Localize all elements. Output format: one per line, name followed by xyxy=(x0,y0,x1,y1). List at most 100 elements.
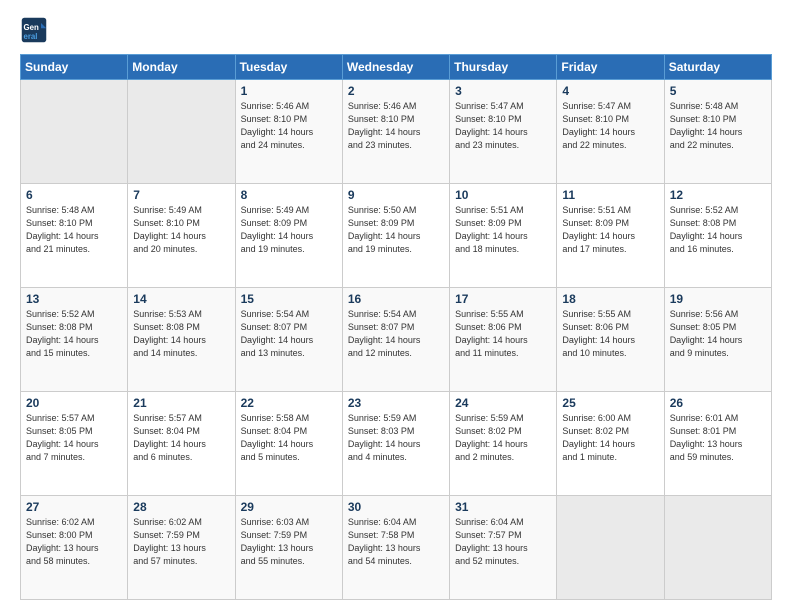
day-info: Sunrise: 5:51 AM Sunset: 8:09 PM Dayligh… xyxy=(562,204,658,256)
day-cell: 14 Sunrise: 5:53 AM Sunset: 8:08 PM Dayli… xyxy=(128,288,235,392)
day-cell: 17Sunrise: 5:55 AM Sunset: 8:06 PM Dayli… xyxy=(450,288,557,392)
day-info: Sunrise: 5:46 AM Sunset: 8:10 PM Dayligh… xyxy=(348,100,444,152)
week-row-4: 20Sunrise: 5:57 AM Sunset: 8:05 PM Dayli… xyxy=(21,392,772,496)
week-row-2: 6 Sunrise: 5:48 AM Sunset: 8:10 PM Daylig… xyxy=(21,184,772,288)
day-info: Sunrise: 5:57 AM Sunset: 8:04 PM Dayligh… xyxy=(133,412,229,464)
day-cell: 7 Sunrise: 5:49 AM Sunset: 8:10 PM Daylig… xyxy=(128,184,235,288)
day-number: 26 xyxy=(670,396,766,410)
day-info: Sunrise: 6:03 AM Sunset: 7:59 PM Dayligh… xyxy=(241,516,337,568)
day-info: Sunrise: 6:04 AM Sunset: 7:57 PM Dayligh… xyxy=(455,516,551,568)
day-number: 3 xyxy=(455,84,551,98)
svg-text:eral: eral xyxy=(24,32,38,41)
calendar-table: SundayMondayTuesdayWednesdayThursdayFrid… xyxy=(20,54,772,600)
day-number: 9 xyxy=(348,188,444,202)
day-cell: 11 Sunrise: 5:51 AM Sunset: 8:09 PM Dayli… xyxy=(557,184,664,288)
week-row-1: 1 Sunrise: 5:46 AM Sunset: 8:10 PM Daylig… xyxy=(21,80,772,184)
day-number: 7 xyxy=(133,188,229,202)
day-header-friday: Friday xyxy=(557,55,664,80)
day-info: Sunrise: 5:50 AM Sunset: 8:09 PM Dayligh… xyxy=(348,204,444,256)
day-info: Sunrise: 6:04 AM Sunset: 7:58 PM Dayligh… xyxy=(348,516,444,568)
day-info: Sunrise: 5:58 AM Sunset: 8:04 PM Dayligh… xyxy=(241,412,337,464)
day-number: 4 xyxy=(562,84,658,98)
day-number: 1 xyxy=(241,84,337,98)
day-cell: 16 Sunrise: 5:54 AM Sunset: 8:07 PM Dayli… xyxy=(342,288,449,392)
day-number: 22 xyxy=(241,396,337,410)
day-info: Sunrise: 5:54 AM Sunset: 8:07 PM Dayligh… xyxy=(241,308,337,360)
day-number: 12 xyxy=(670,188,766,202)
day-header-tuesday: Tuesday xyxy=(235,55,342,80)
page-container: Gen eral SundayMondayTuesdayWednesdayThu… xyxy=(0,0,792,612)
day-number: 14 xyxy=(133,292,229,306)
day-number: 16 xyxy=(348,292,444,306)
day-cell: 2 Sunrise: 5:46 AM Sunset: 8:10 PM Daylig… xyxy=(342,80,449,184)
day-cell: 3 Sunrise: 5:47 AM Sunset: 8:10 PM Daylig… xyxy=(450,80,557,184)
day-number: 15 xyxy=(241,292,337,306)
day-cell xyxy=(21,80,128,184)
day-cell: 10Sunrise: 5:51 AM Sunset: 8:09 PM Dayli… xyxy=(450,184,557,288)
day-number: 8 xyxy=(241,188,337,202)
day-cell: 8 Sunrise: 5:49 AM Sunset: 8:09 PM Daylig… xyxy=(235,184,342,288)
day-header-thursday: Thursday xyxy=(450,55,557,80)
day-cell: 6 Sunrise: 5:48 AM Sunset: 8:10 PM Daylig… xyxy=(21,184,128,288)
day-cell: 9 Sunrise: 5:50 AM Sunset: 8:09 PM Daylig… xyxy=(342,184,449,288)
day-number: 19 xyxy=(670,292,766,306)
day-cell: 25 Sunrise: 6:00 AM Sunset: 8:02 PM Dayli… xyxy=(557,392,664,496)
day-info: Sunrise: 5:54 AM Sunset: 8:07 PM Dayligh… xyxy=(348,308,444,360)
day-cell: 24 Sunrise: 5:59 AM Sunset: 8:02 PM Dayli… xyxy=(450,392,557,496)
day-cell: 4 Sunrise: 5:47 AM Sunset: 8:10 PM Daylig… xyxy=(557,80,664,184)
day-cell: 30Sunrise: 6:04 AM Sunset: 7:58 PM Dayli… xyxy=(342,496,449,600)
day-info: Sunrise: 5:57 AM Sunset: 8:05 PM Dayligh… xyxy=(26,412,122,464)
day-header-monday: Monday xyxy=(128,55,235,80)
day-number: 2 xyxy=(348,84,444,98)
day-cell: 5 Sunrise: 5:48 AM Sunset: 8:10 PM Daylig… xyxy=(664,80,771,184)
day-number: 21 xyxy=(133,396,229,410)
day-number: 11 xyxy=(562,188,658,202)
day-info: Sunrise: 5:55 AM Sunset: 8:06 PM Dayligh… xyxy=(562,308,658,360)
day-number: 31 xyxy=(455,500,551,514)
header-row: SundayMondayTuesdayWednesdayThursdayFrid… xyxy=(21,55,772,80)
day-cell: 13Sunrise: 5:52 AM Sunset: 8:08 PM Dayli… xyxy=(21,288,128,392)
logo: Gen eral xyxy=(20,16,52,44)
calendar-body: 1 Sunrise: 5:46 AM Sunset: 8:10 PM Daylig… xyxy=(21,80,772,600)
day-info: Sunrise: 5:59 AM Sunset: 8:03 PM Dayligh… xyxy=(348,412,444,464)
day-header-saturday: Saturday xyxy=(664,55,771,80)
day-info: Sunrise: 5:59 AM Sunset: 8:02 PM Dayligh… xyxy=(455,412,551,464)
day-info: Sunrise: 5:47 AM Sunset: 8:10 PM Dayligh… xyxy=(455,100,551,152)
page-header: Gen eral xyxy=(20,16,772,44)
day-cell: 1 Sunrise: 5:46 AM Sunset: 8:10 PM Daylig… xyxy=(235,80,342,184)
day-number: 5 xyxy=(670,84,766,98)
day-info: Sunrise: 6:00 AM Sunset: 8:02 PM Dayligh… xyxy=(562,412,658,464)
day-info: Sunrise: 5:48 AM Sunset: 8:10 PM Dayligh… xyxy=(26,204,122,256)
day-cell xyxy=(664,496,771,600)
day-number: 28 xyxy=(133,500,229,514)
day-cell: 12Sunrise: 5:52 AM Sunset: 8:08 PM Dayli… xyxy=(664,184,771,288)
day-cell: 27Sunrise: 6:02 AM Sunset: 8:00 PM Dayli… xyxy=(21,496,128,600)
day-header-wednesday: Wednesday xyxy=(342,55,449,80)
svg-text:Gen: Gen xyxy=(24,23,39,32)
day-number: 6 xyxy=(26,188,122,202)
week-row-3: 13Sunrise: 5:52 AM Sunset: 8:08 PM Dayli… xyxy=(21,288,772,392)
day-number: 24 xyxy=(455,396,551,410)
day-cell: 31 Sunrise: 6:04 AM Sunset: 7:57 PM Dayli… xyxy=(450,496,557,600)
day-cell xyxy=(128,80,235,184)
day-number: 13 xyxy=(26,292,122,306)
day-cell: 28 Sunrise: 6:02 AM Sunset: 7:59 PM Dayli… xyxy=(128,496,235,600)
day-number: 10 xyxy=(455,188,551,202)
day-number: 27 xyxy=(26,500,122,514)
day-info: Sunrise: 6:01 AM Sunset: 8:01 PM Dayligh… xyxy=(670,412,766,464)
day-info: Sunrise: 5:49 AM Sunset: 8:10 PM Dayligh… xyxy=(133,204,229,256)
day-number: 17 xyxy=(455,292,551,306)
day-cell: 26 Sunrise: 6:01 AM Sunset: 8:01 PM Dayli… xyxy=(664,392,771,496)
day-info: Sunrise: 5:49 AM Sunset: 8:09 PM Dayligh… xyxy=(241,204,337,256)
day-info: Sunrise: 5:48 AM Sunset: 8:10 PM Dayligh… xyxy=(670,100,766,152)
day-cell: 19Sunrise: 5:56 AM Sunset: 8:05 PM Dayli… xyxy=(664,288,771,392)
day-number: 23 xyxy=(348,396,444,410)
day-cell: 21 Sunrise: 5:57 AM Sunset: 8:04 PM Dayli… xyxy=(128,392,235,496)
day-info: Sunrise: 5:47 AM Sunset: 8:10 PM Dayligh… xyxy=(562,100,658,152)
day-info: Sunrise: 6:02 AM Sunset: 7:59 PM Dayligh… xyxy=(133,516,229,568)
week-row-5: 27Sunrise: 6:02 AM Sunset: 8:00 PM Dayli… xyxy=(21,496,772,600)
day-cell: 20Sunrise: 5:57 AM Sunset: 8:05 PM Dayli… xyxy=(21,392,128,496)
day-number: 25 xyxy=(562,396,658,410)
day-info: Sunrise: 5:53 AM Sunset: 8:08 PM Dayligh… xyxy=(133,308,229,360)
day-info: Sunrise: 5:46 AM Sunset: 8:10 PM Dayligh… xyxy=(241,100,337,152)
